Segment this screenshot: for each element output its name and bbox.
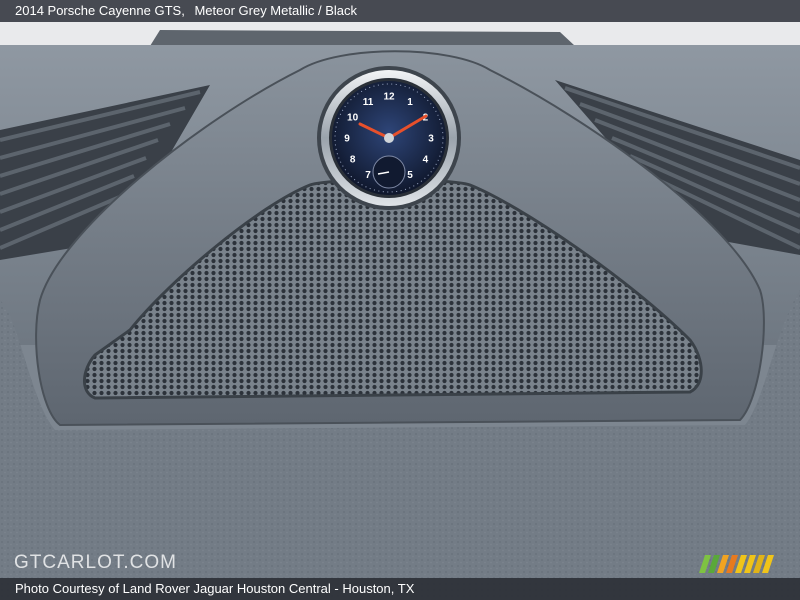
dashboard-photo: 121234567891011 — [0, 0, 800, 600]
clock-numeral: 12 — [383, 92, 395, 103]
brand-logo — [699, 555, 774, 573]
clock-numeral: 1 — [407, 97, 413, 108]
photo-credit: Photo Courtesy of Land Rover Jaguar Hous… — [0, 578, 800, 600]
caption-car: 2014 Porsche Cayenne GTS, — [15, 3, 185, 18]
clock-numeral: 7 — [365, 170, 371, 181]
sport-chrono-clock: 121234567891011 — [317, 66, 461, 210]
clock-numeral: 3 — [428, 134, 434, 145]
caption-color: Meteor Grey Metallic / Black — [194, 3, 357, 18]
clock-numeral: 5 — [407, 170, 413, 181]
gtcarlot-watermark: GTCARLOT.COM — [14, 552, 177, 573]
clock-numeral: 9 — [344, 134, 350, 145]
clock-numeral: 4 — [423, 155, 429, 166]
caption-bar: 2014 Porsche Cayenne GTS, Meteor Grey Me… — [0, 0, 800, 22]
clock-numeral: 8 — [350, 155, 356, 166]
clock-numeral: 11 — [363, 97, 374, 108]
clock-numeral: 10 — [347, 113, 359, 124]
